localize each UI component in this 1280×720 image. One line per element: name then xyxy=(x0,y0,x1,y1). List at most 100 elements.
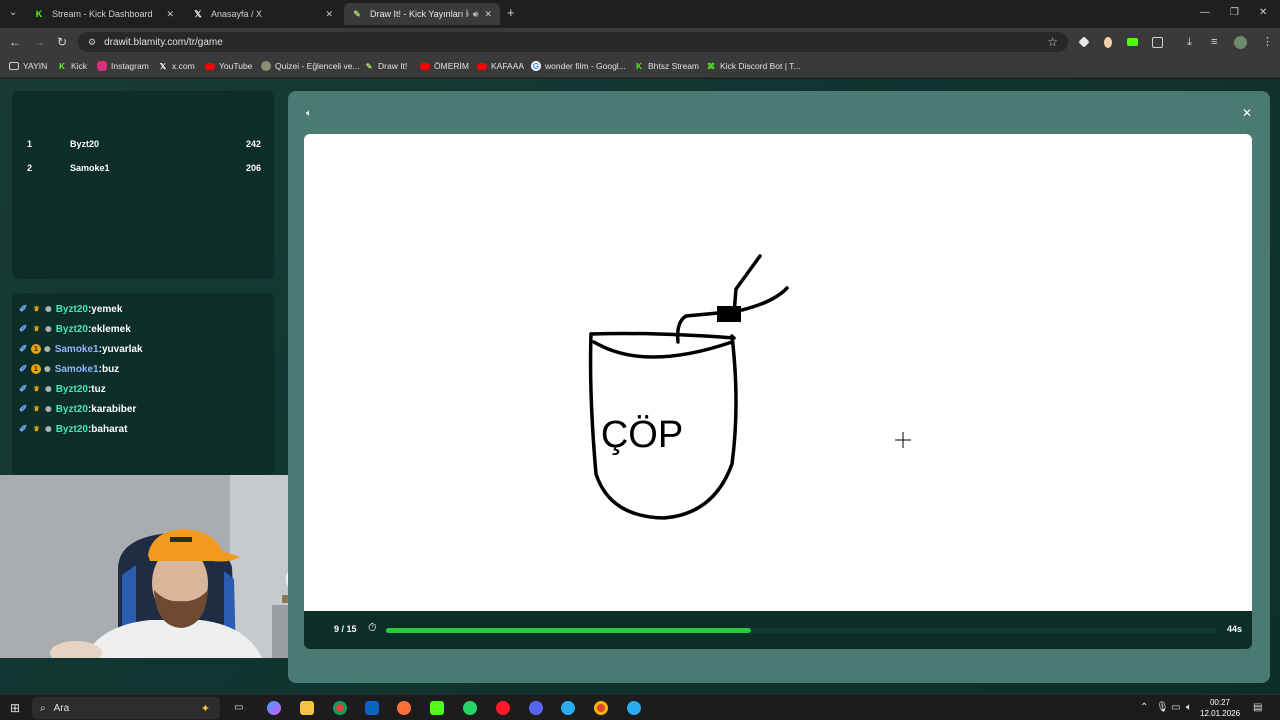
tab-search-icon[interactable]: ⌄ xyxy=(9,7,17,18)
kick-app-icon[interactable] xyxy=(430,701,444,715)
outlook-icon[interactable] xyxy=(365,701,379,715)
site-info-icon[interactable]: ⚙ xyxy=(88,37,96,48)
chat-message: ✐ ♛ ✺ Byzt20: baharat xyxy=(19,423,128,435)
reload-button[interactable]: ↻ xyxy=(57,35,67,49)
rank: 2 xyxy=(27,163,33,173)
drawing-canvas[interactable]: ÇÖP xyxy=(304,134,1252,611)
chrome-icon[interactable] xyxy=(333,701,347,715)
volume-icon[interactable]: 🔈︎ xyxy=(1186,702,1192,713)
subscriber-icon: ✺ xyxy=(45,384,52,394)
bookmark-wonder-film[interactable]: G wonder film - Googl... xyxy=(531,61,626,71)
whatsapp-icon[interactable] xyxy=(463,701,477,715)
tab-draw-it[interactable]: ✎ Draw It! - Kick Yayınları İçin 🔊︎ ✕ xyxy=(344,3,500,25)
reading-list-icon[interactable]: ≡ xyxy=(1211,35,1217,49)
tab-label: Stream - Kick Dashboard xyxy=(52,9,153,19)
telegram-desktop-icon[interactable] xyxy=(627,701,641,715)
tab-label: Anasayfa / X xyxy=(211,9,263,19)
notification-icon[interactable]: ▤ xyxy=(1253,702,1262,713)
kick-icon: K xyxy=(59,61,65,71)
game-panel: 🔈︎ ✕ ÇÖP 9 / 15 ⏱︎ 44s xyxy=(288,91,1270,683)
moderator-icon: ✐ xyxy=(19,383,28,395)
file-explorer-icon[interactable] xyxy=(300,701,314,715)
tab-kick-dashboard[interactable]: K Stream - Kick Dashboard ✕ xyxy=(26,3,182,25)
webcam-overlay xyxy=(0,475,326,658)
chat-message: ✐ 1 ✺ Samoke1: buz xyxy=(19,363,120,375)
bookmark-label: wonder film - Googl... xyxy=(545,61,626,71)
crown-icon: ♛ xyxy=(33,406,40,413)
microphone-icon[interactable]: 🎙︎ xyxy=(1156,702,1169,713)
time-progress-fill xyxy=(386,628,752,633)
chat-username: Byzt20 xyxy=(55,303,88,315)
crown-icon: ♛ xyxy=(33,326,40,333)
system-clock[interactable]: 00:27 12.01.2026 xyxy=(1200,697,1240,719)
close-icon[interactable]: ✕ xyxy=(1242,106,1252,120)
chat-text: eklemek xyxy=(91,323,131,335)
windows-start-icon[interactable]: ⊞ xyxy=(10,701,20,715)
network-icon[interactable]: ▭ xyxy=(1171,702,1180,713)
round-counter: 9 / 15 xyxy=(334,624,357,634)
bookmark-label: x.com xyxy=(172,61,195,71)
chat-text: tuz xyxy=(91,383,106,395)
bookmark-bhtsz-stream[interactable]: K Bhtsz Stream xyxy=(634,61,699,71)
telegram-icon[interactable] xyxy=(561,701,575,715)
restore-button[interactable]: ❐ xyxy=(1230,7,1239,18)
forward-button[interactable]: → xyxy=(33,35,45,49)
new-tab-button[interactable]: + xyxy=(507,5,515,20)
menu-icon[interactable]: ⋮ xyxy=(1262,35,1273,49)
chat-username: Byzt20 xyxy=(55,383,88,395)
bag-label-text: ÇÖP xyxy=(601,414,683,456)
close-window-button[interactable]: ✕ xyxy=(1259,7,1267,18)
close-icon[interactable]: ✕ xyxy=(325,9,333,20)
player-name: Samoke1 xyxy=(70,163,110,173)
firefox-icon[interactable] xyxy=(397,701,411,715)
chevron-up-icon[interactable]: ⌃ xyxy=(1140,702,1148,713)
back-button[interactable]: ← xyxy=(9,35,21,49)
crosshair-cursor-icon xyxy=(895,432,911,448)
sound-toggle-icon[interactable]: 🔈︎ xyxy=(306,108,312,119)
bookmark-kick[interactable]: K Kick xyxy=(57,61,87,71)
address-bar[interactable]: ⚙ drawit.blamity.com/tr/game ☆ xyxy=(78,32,1068,52)
crown-icon: ♛ xyxy=(33,426,40,433)
chrome-active-icon[interactable] xyxy=(594,701,608,715)
tab-x-home[interactable]: 𝕏 Anasayfa / X ✕ xyxy=(185,3,341,25)
extension-green-icon[interactable] xyxy=(1127,38,1138,46)
windows-taskbar: ⊞ ⌕ Ara ✦ ▭ ⌃ 🎙︎ ▭ 🔈︎ 00:27 12.01.2026 ▤ xyxy=(0,694,1280,720)
bookmark-instagram[interactable]: Instagram xyxy=(97,61,149,71)
bookmark-label: Kick Discord Bot | T... xyxy=(720,61,801,71)
discord-icon[interactable] xyxy=(529,701,543,715)
streamer-webcam-image xyxy=(0,475,326,658)
speaker-icon[interactable]: 🔊︎ xyxy=(473,9,479,20)
bookmark-yayin[interactable]: YAYIN xyxy=(9,61,47,71)
close-icon[interactable]: ✕ xyxy=(484,9,492,20)
bookmark-kafaaa[interactable]: KAFAAA xyxy=(477,61,524,71)
bookmark-youtube[interactable]: YouTube xyxy=(205,61,252,71)
profile-avatar[interactable] xyxy=(1234,36,1247,49)
bookmark-quizei[interactable]: Quizei - Eğlenceli ve... xyxy=(261,61,360,71)
score-row: 2 Samoke1 206 xyxy=(12,159,274,177)
copilot-app-icon[interactable] xyxy=(267,701,281,715)
extensions-puzzle-icon[interactable] xyxy=(1152,37,1163,48)
taskbar-search[interactable]: ⌕ Ara ✦ xyxy=(32,697,220,719)
subscriber-icon: ✺ xyxy=(45,324,52,334)
extension-egg-icon[interactable] xyxy=(1104,37,1112,48)
extension-diamond-icon[interactable] xyxy=(1078,36,1090,48)
bookmark-star-icon[interactable]: ☆ xyxy=(1047,35,1058,49)
bookmark-label: Bhtsz Stream xyxy=(648,61,700,71)
chat-text: baharat xyxy=(91,423,128,435)
close-icon[interactable]: ✕ xyxy=(166,9,174,20)
bookmark-draw-it[interactable]: ✎ Draw It! xyxy=(364,61,408,71)
address-toolbar: ← → ↻ ⚙ drawit.blamity.com/tr/game ☆ ⤓ ≡… xyxy=(0,28,1280,56)
bookmark-kick-discord-bot[interactable]: ⌘ Kick Discord Bot | T... xyxy=(706,61,800,71)
chat-text: yuvarlak xyxy=(101,343,143,355)
subscriber-icon: ✺ xyxy=(44,364,51,374)
bookmark-label: Draw It! xyxy=(378,61,408,71)
task-view-icon[interactable]: ▭ xyxy=(234,702,243,713)
moderator-icon: ✐ xyxy=(19,303,28,315)
youtube-icon xyxy=(477,62,487,70)
minimize-button[interactable]: — xyxy=(1200,7,1210,18)
bookmark-omerim[interactable]: ÖMERİM xyxy=(420,61,469,71)
bookmark-x[interactable]: 𝕏 x.com xyxy=(158,61,195,71)
opera-icon[interactable] xyxy=(496,701,510,715)
download-icon[interactable]: ⤓ xyxy=(1187,35,1192,49)
kick-icon: K xyxy=(35,9,43,19)
